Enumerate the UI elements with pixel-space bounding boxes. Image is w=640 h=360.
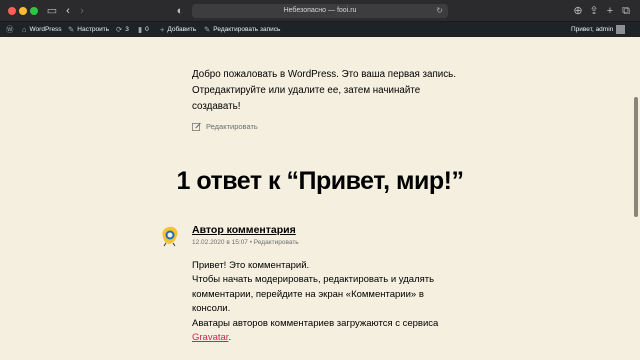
forward-icon[interactable]: ›	[76, 3, 88, 19]
comment-author-link[interactable]: Автор комментария	[192, 224, 296, 236]
post-intro: Добро пожаловать в WordPress. Это ваша п…	[192, 69, 457, 112]
updates-count: 3	[125, 26, 129, 33]
updates-link[interactable]: ⟳ 3	[116, 22, 129, 37]
site-name-label: WordPress	[29, 26, 62, 33]
updates-icon: ⟳	[116, 25, 123, 34]
reload-icon[interactable]: ↻	[436, 4, 443, 18]
comment-edit-link[interactable]: Редактировать	[254, 239, 299, 246]
new-tab-icon[interactable]: +	[604, 3, 616, 19]
share-icon[interactable]: ⇪	[588, 3, 600, 19]
edit-post-label: Редактировать запись	[213, 26, 281, 33]
wp-admin-bar: Ⓦ ⌂ WordPress ✎ Настроить ⟳ 3 ▮ 0 + Доба…	[0, 22, 640, 37]
customize-link[interactable]: ✎ Настроить	[68, 22, 109, 37]
zoom-window-button[interactable]	[30, 7, 38, 15]
edit-post-label: Редактировать	[206, 122, 258, 131]
greeting-label: Привет, admin	[571, 26, 614, 33]
minimize-window-button[interactable]	[19, 7, 27, 15]
new-content-link[interactable]: + Добавить	[160, 22, 196, 37]
new-content-label: Добавить	[167, 26, 197, 33]
back-icon[interactable]: ‹	[62, 3, 74, 19]
downloads-icon[interactable]: ⊕	[572, 3, 584, 19]
account-menu[interactable]: Привет, admin	[571, 22, 626, 37]
page-content: Добро пожаловать в WordPress. Это ваша п…	[0, 37, 640, 360]
gravatar-link[interactable]: Gravatar	[192, 332, 228, 343]
comment-end-period: .	[228, 332, 232, 344]
close-window-button[interactable]	[8, 7, 16, 15]
wp-logo-icon[interactable]: Ⓦ	[6, 22, 14, 37]
comment-icon: ▮	[138, 25, 143, 34]
customize-label: Настроить	[77, 26, 110, 33]
comment-line-3: Аватары авторов комментариев загружаются…	[192, 317, 452, 346]
tab-overview-icon[interactable]: ⧉	[620, 3, 632, 19]
comment-body: Привет! Это комментарий. Чтобы начать мо…	[192, 259, 452, 345]
pencil-icon: ✎	[204, 25, 211, 34]
site-name-link[interactable]: ⌂ WordPress	[22, 22, 62, 37]
brush-icon: ✎	[68, 25, 75, 34]
browser-toolbar: ▭ ‹ › ◐ Небезопасно — fooi.ru ↻ ⊕ ⇪ + ⧉	[0, 0, 640, 22]
comment-date-link[interactable]: 12.02.2020 в 15:07	[192, 239, 248, 246]
comments-link[interactable]: ▮ 0	[138, 22, 149, 37]
edit-icon	[192, 122, 201, 131]
address-bar[interactable]: Небезопасно — fooi.ru ↻	[192, 4, 448, 18]
page-scrollbar[interactable]	[634, 97, 638, 217]
edit-post-button[interactable]: Редактировать	[192, 122, 258, 131]
comment-line-1: Привет! Это комментарий.	[192, 260, 310, 271]
privacy-shield-icon[interactable]: ◐	[174, 3, 186, 19]
address-text: Небезопасно — fooi.ru	[283, 7, 357, 14]
comments-heading: 1 ответ к “Привет, мир!”	[176, 167, 464, 195]
comment-avatar	[160, 225, 180, 247]
meta-separator: •	[249, 239, 252, 246]
avatar-icon	[616, 25, 626, 34]
edit-post-link[interactable]: ✎ Редактировать запись	[204, 22, 280, 37]
comment-line-2: Чтобы начать модерировать, редактировать…	[192, 274, 435, 315]
comment-meta: 12.02.2020 в 15:07 • Редактировать	[192, 239, 299, 246]
comments-count: 0	[145, 26, 149, 33]
home-icon: ⌂	[22, 25, 27, 34]
sidebar-toggle-icon[interactable]: ▭	[46, 3, 58, 19]
comment-line-3-text: Аватары авторов комментариев загружаются…	[192, 317, 439, 329]
plus-icon: +	[160, 25, 165, 34]
